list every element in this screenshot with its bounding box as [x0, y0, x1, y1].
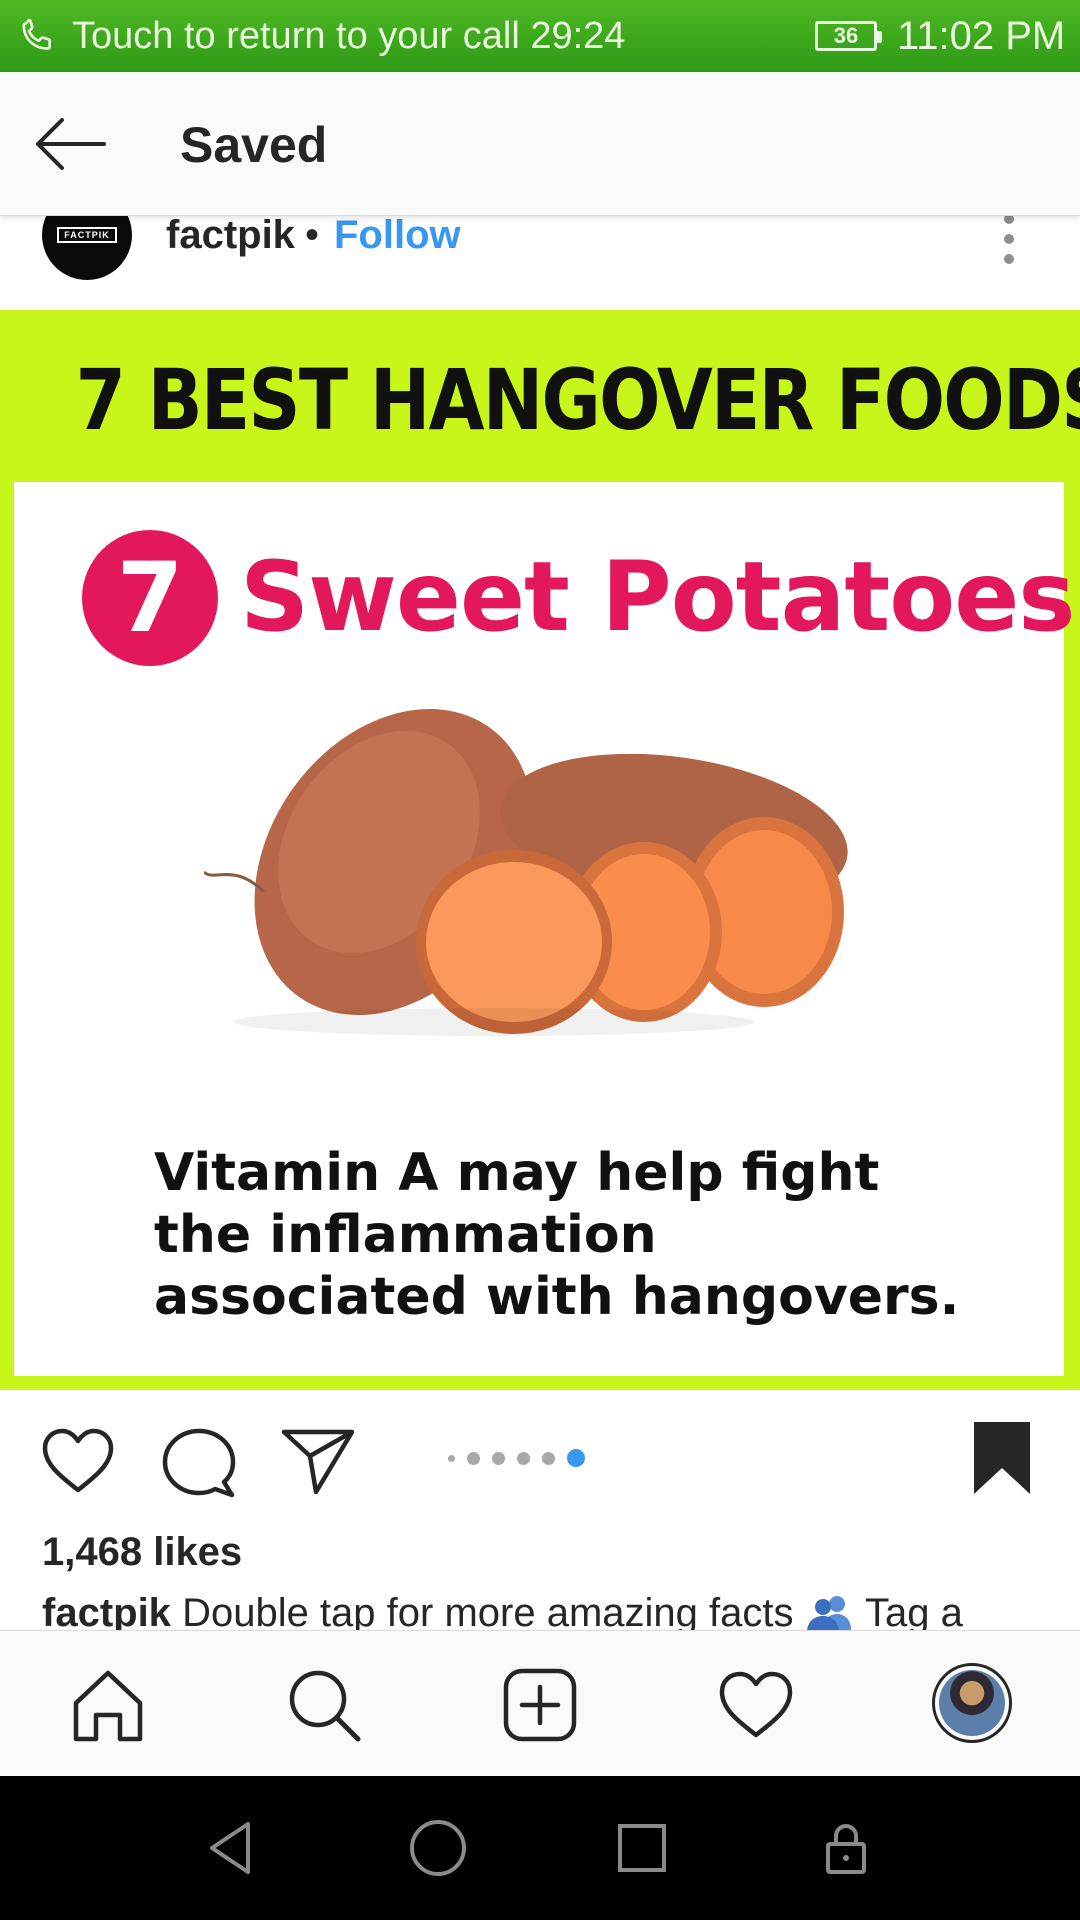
heart-icon[interactable] [40, 1426, 116, 1496]
image-content-panel: 7 Sweet Potatoes. Vitamin A may help fig… [14, 482, 1080, 1376]
lock-icon[interactable] [814, 1816, 878, 1880]
system-nav-bar [0, 1776, 1080, 1920]
carousel-dot-active [567, 1449, 585, 1467]
profile-avatar[interactable] [932, 1663, 1012, 1743]
share-icon[interactable] [280, 1426, 356, 1496]
bookmark-icon[interactable] [972, 1420, 1032, 1496]
page-title: Saved [180, 117, 328, 173]
post-username[interactable]: factpik [166, 212, 295, 258]
carousel-indicator [448, 1448, 585, 1468]
status-time: 11:02 PM [897, 14, 1066, 58]
follow-button[interactable]: Follow [334, 212, 461, 258]
battery-icon: 36 [815, 21, 882, 51]
home-icon[interactable] [68, 1665, 148, 1745]
item-number-badge: 7 [82, 530, 218, 666]
search-icon[interactable] [284, 1665, 364, 1745]
more-options-icon[interactable] [994, 214, 1024, 264]
avatar-logo-text: FACTPIK [57, 227, 117, 243]
return-to-call-text[interactable]: Touch to return to your call 29:24 [72, 14, 625, 58]
recents-square-icon[interactable] [610, 1816, 674, 1880]
carousel-dot [517, 1451, 530, 1465]
image-headline: 7 BEST HANGOVER FOODS [75, 351, 1080, 449]
post-header: FACTPIK factpik • Follow [0, 200, 1080, 310]
sweet-potato-illustration [204, 709, 848, 1036]
status-bar[interactable]: Touch to return to your call 29:24 36 11… [0, 0, 1080, 72]
likes-count[interactable]: 1,468 likes [42, 1528, 242, 1576]
add-icon[interactable] [500, 1665, 580, 1745]
phone-icon [22, 18, 52, 50]
people-emoji-icon [806, 1596, 851, 1630]
separator-dot: • [305, 213, 320, 257]
caption-text: Double tap for more amazing facts [182, 1591, 794, 1630]
post-image[interactable]: 7 BEST HANGOVER FOODS 7 Sweet Potatoes. … [0, 310, 1080, 1390]
caption-text-tail: Tag a [864, 1591, 963, 1630]
activity-heart-icon[interactable] [716, 1665, 796, 1745]
carousel-dot [448, 1454, 455, 1462]
bottom-tab-bar [0, 1630, 1080, 1776]
home-circle-icon[interactable] [406, 1816, 470, 1880]
back-arrow-icon[interactable] [32, 112, 108, 176]
caption-username[interactable]: factpik [42, 1591, 171, 1630]
carousel-dot [467, 1451, 480, 1465]
back-triangle-icon[interactable] [200, 1816, 264, 1880]
food-title: Sweet Potatoes. [240, 541, 1080, 653]
comment-icon[interactable] [162, 1426, 236, 1498]
post-caption: factpik Double tap for more amazing fact… [42, 1588, 1042, 1630]
carousel-dot [492, 1451, 505, 1465]
app-header: Saved [0, 72, 1080, 216]
food-description: Vitamin A may help fight the inflammatio… [154, 1143, 960, 1327]
carousel-dot [542, 1451, 555, 1465]
